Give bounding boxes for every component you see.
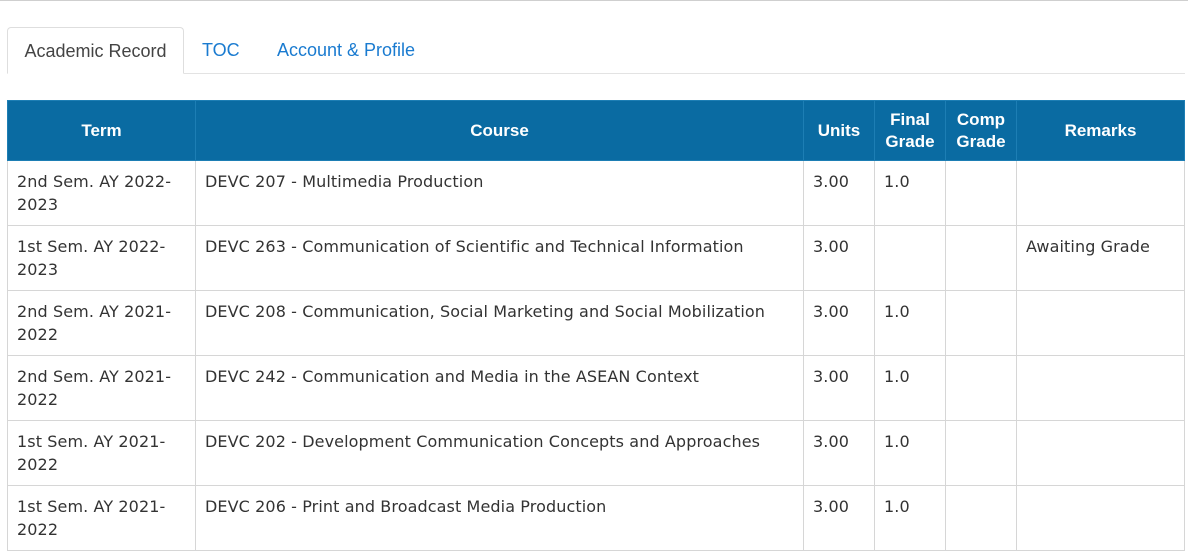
column-header-course[interactable]: Course — [195, 100, 804, 161]
table-row: 2nd Sem. AY 2021-2022 DEVC 242 - Communi… — [7, 355, 1185, 421]
final-grade-cell: 1.0 — [874, 355, 946, 421]
table-row: 1st Sem. AY 2021-2022 DEVC 206 - Print a… — [7, 485, 1185, 551]
remarks-cell — [1016, 290, 1185, 356]
column-header-units[interactable]: Units — [803, 100, 875, 161]
final-grade-cell: 1.0 — [874, 290, 946, 356]
academic-record-table: Term Course Units Final Grade Comp Grade… — [7, 100, 1185, 551]
final-grade-cell — [874, 225, 946, 291]
remarks-cell — [1016, 160, 1185, 226]
final-grade-cell: 1.0 — [874, 160, 946, 226]
course-cell: DEVC 208 - Communication, Social Marketi… — [195, 290, 804, 356]
tab-bar: Academic Record TOC Account & Profile — [7, 27, 1185, 74]
term-cell: 2nd Sem. AY 2021-2022 — [7, 290, 196, 356]
course-cell: DEVC 263 - Communication of Scientific a… — [195, 225, 804, 291]
column-header-term[interactable]: Term — [7, 100, 196, 161]
remarks-cell — [1016, 355, 1185, 421]
course-cell: DEVC 242 - Communication and Media in th… — [195, 355, 804, 421]
term-cell: 2nd Sem. AY 2022-2023 — [7, 160, 196, 226]
course-cell: DEVC 206 - Print and Broadcast Media Pro… — [195, 485, 804, 551]
remarks-cell — [1016, 420, 1185, 486]
units-cell: 3.00 — [803, 290, 875, 356]
column-header-comp-grade[interactable]: Comp Grade — [945, 100, 1017, 161]
comp-grade-cell — [945, 160, 1017, 226]
table-row: 1st Sem. AY 2021-2022 DEVC 202 - Develop… — [7, 420, 1185, 486]
remarks-cell: Awaiting Grade — [1016, 225, 1185, 291]
comp-grade-cell — [945, 485, 1017, 551]
tab-toc[interactable]: TOC — [202, 27, 240, 73]
units-cell: 3.00 — [803, 485, 875, 551]
course-cell: DEVC 202 - Development Communication Con… — [195, 420, 804, 486]
comp-grade-cell — [945, 290, 1017, 356]
table-header-row: Term Course Units Final Grade Comp Grade… — [7, 100, 1185, 161]
table-row: 2nd Sem. AY 2022-2023 DEVC 207 - Multime… — [7, 160, 1185, 226]
course-cell: DEVC 207 - Multimedia Production — [195, 160, 804, 226]
units-cell: 3.00 — [803, 225, 875, 291]
final-grade-cell: 1.0 — [874, 485, 946, 551]
table-row: 2nd Sem. AY 2021-2022 DEVC 208 - Communi… — [7, 290, 1185, 356]
term-cell: 1st Sem. AY 2022-2023 — [7, 225, 196, 291]
tab-account-profile[interactable]: Account & Profile — [277, 27, 415, 73]
units-cell: 3.00 — [803, 160, 875, 226]
remarks-cell — [1016, 485, 1185, 551]
table-row: 1st Sem. AY 2022-2023 DEVC 263 - Communi… — [7, 225, 1185, 291]
term-cell: 1st Sem. AY 2021-2022 — [7, 420, 196, 486]
top-divider — [0, 0, 1188, 1]
column-header-final-grade[interactable]: Final Grade — [874, 100, 946, 161]
final-grade-cell: 1.0 — [874, 420, 946, 486]
comp-grade-cell — [945, 420, 1017, 486]
term-cell: 1st Sem. AY 2021-2022 — [7, 485, 196, 551]
units-cell: 3.00 — [803, 420, 875, 486]
comp-grade-cell — [945, 355, 1017, 421]
units-cell: 3.00 — [803, 355, 875, 421]
comp-grade-cell — [945, 225, 1017, 291]
column-header-remarks[interactable]: Remarks — [1016, 100, 1185, 161]
tab-academic-record[interactable]: Academic Record — [7, 27, 184, 74]
term-cell: 2nd Sem. AY 2021-2022 — [7, 355, 196, 421]
